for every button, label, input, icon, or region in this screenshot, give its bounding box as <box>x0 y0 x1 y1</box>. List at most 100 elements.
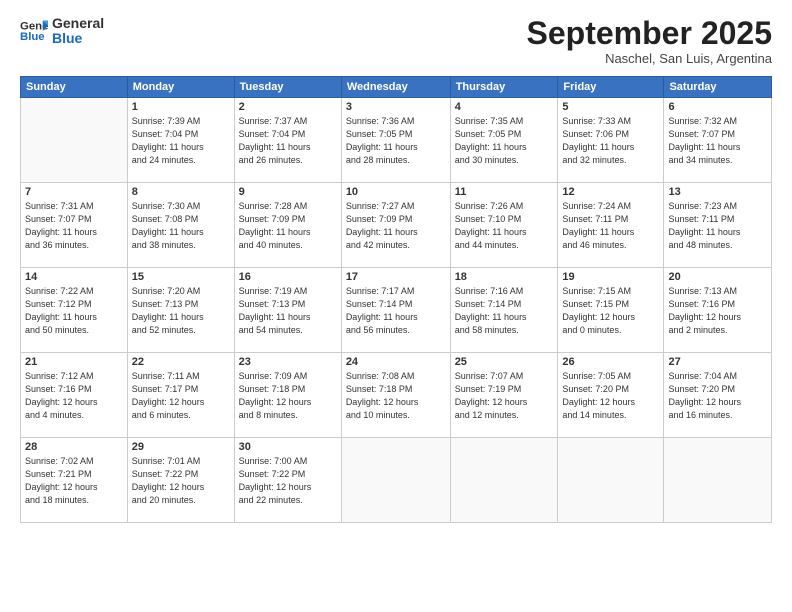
day-info-line: Sunset: 7:07 PM <box>668 128 767 141</box>
day-info-line: Sunrise: 7:24 AM <box>562 200 659 213</box>
table-row <box>558 438 664 523</box>
day-info: Sunrise: 7:04 AMSunset: 7:20 PMDaylight:… <box>668 370 767 422</box>
day-info-line: and 58 minutes. <box>455 324 554 337</box>
day-info-line: Sunset: 7:04 PM <box>239 128 337 141</box>
day-info-line: Daylight: 12 hours <box>562 396 659 409</box>
logo-general-text: General <box>52 16 104 31</box>
day-info-line: Sunrise: 7:02 AM <box>25 455 123 468</box>
month-title: September 2025 <box>527 16 772 51</box>
subtitle: Naschel, San Luis, Argentina <box>527 51 772 66</box>
day-info-line: Sunset: 7:09 PM <box>239 213 337 226</box>
day-info-line: Daylight: 11 hours <box>668 141 767 154</box>
day-number: 26 <box>562 356 659 368</box>
day-number: 24 <box>346 356 446 368</box>
day-info-line: Sunrise: 7:30 AM <box>132 200 230 213</box>
day-info-line: Sunrise: 7:26 AM <box>455 200 554 213</box>
day-info-line: Sunrise: 7:33 AM <box>562 115 659 128</box>
table-row: 15Sunrise: 7:20 AMSunset: 7:13 PMDayligh… <box>127 268 234 353</box>
day-info-line: Daylight: 11 hours <box>132 311 230 324</box>
day-info-line: Sunrise: 7:05 AM <box>562 370 659 383</box>
table-row: 9 Sunrise: 7:28 AMSunset: 7:09 PMDaylight… <box>234 183 341 268</box>
day-number: 13 <box>668 186 767 198</box>
day-info-line: Daylight: 11 hours <box>562 141 659 154</box>
day-number: 6 <box>668 101 767 113</box>
table-row: 11Sunrise: 7:26 AMSunset: 7:10 PMDayligh… <box>450 183 558 268</box>
day-info-line: Sunrise: 7:15 AM <box>562 285 659 298</box>
day-info: Sunrise: 7:19 AMSunset: 7:13 PMDaylight:… <box>239 285 337 337</box>
day-info-line: Daylight: 12 hours <box>239 396 337 409</box>
col-tuesday: Tuesday <box>234 77 341 98</box>
day-info-line: Sunset: 7:09 PM <box>346 213 446 226</box>
day-info-line: Sunrise: 7:17 AM <box>346 285 446 298</box>
day-info-line: Sunrise: 7:37 AM <box>239 115 337 128</box>
day-info-line: Sunrise: 7:23 AM <box>668 200 767 213</box>
day-info: Sunrise: 7:08 AMSunset: 7:18 PMDaylight:… <box>346 370 446 422</box>
day-info-line: Daylight: 11 hours <box>455 226 554 239</box>
day-info: Sunrise: 7:37 AMSunset: 7:04 PMDaylight:… <box>239 115 337 167</box>
day-info-line: Sunset: 7:08 PM <box>132 213 230 226</box>
logo-blue-text: Blue <box>52 31 104 46</box>
day-info-line: Sunrise: 7:00 AM <box>239 455 337 468</box>
logo-icon: General Blue <box>20 17 48 45</box>
day-number: 20 <box>668 271 767 283</box>
table-row: 13 Sunrise: 7:23 AMSunset: 7:11 PMDayligh… <box>664 183 772 268</box>
day-number: 10 <box>346 186 446 198</box>
day-info-line: Sunset: 7:11 PM <box>668 213 767 226</box>
calendar-week-row: 1Sunrise: 7:39 AMSunset: 7:04 PMDaylight… <box>21 98 772 183</box>
page: General Blue General Blue September 2025… <box>0 0 792 612</box>
col-friday: Friday <box>558 77 664 98</box>
table-row: 6 Sunrise: 7:32 AMSunset: 7:07 PMDaylight… <box>664 98 772 183</box>
day-info-line: and 24 minutes. <box>132 154 230 167</box>
day-info: Sunrise: 7:32 AMSunset: 7:07 PMDaylight:… <box>668 115 767 167</box>
day-number: 30 <box>239 441 337 453</box>
table-row: 2Sunrise: 7:37 AMSunset: 7:04 PMDaylight… <box>234 98 341 183</box>
col-monday: Monday <box>127 77 234 98</box>
day-info-line: Daylight: 12 hours <box>25 481 123 494</box>
day-info-line: Sunrise: 7:13 AM <box>668 285 767 298</box>
day-info: Sunrise: 7:07 AMSunset: 7:19 PMDaylight:… <box>455 370 554 422</box>
day-number: 9 <box>239 186 337 198</box>
calendar-table: Sunday Monday Tuesday Wednesday Thursday… <box>20 76 772 523</box>
day-info-line: Sunrise: 7:12 AM <box>25 370 123 383</box>
day-info-line: Sunset: 7:07 PM <box>25 213 123 226</box>
day-info: Sunrise: 7:24 AMSunset: 7:11 PMDaylight:… <box>562 200 659 252</box>
day-number: 28 <box>25 441 123 453</box>
col-sunday: Sunday <box>21 77 128 98</box>
day-info-line: Daylight: 11 hours <box>562 226 659 239</box>
day-info-line: Daylight: 11 hours <box>346 311 446 324</box>
day-info-line: Sunrise: 7:28 AM <box>239 200 337 213</box>
calendar-week-row: 7 Sunrise: 7:31 AMSunset: 7:07 PM Daylight… <box>21 183 772 268</box>
day-info-line: and 56 minutes. <box>346 324 446 337</box>
day-number: 11 <box>455 186 554 198</box>
day-info-line: Sunset: 7:15 PM <box>562 298 659 311</box>
table-row: 30Sunrise: 7:00 AMSunset: 7:22 PMDayligh… <box>234 438 341 523</box>
day-info: Sunrise: 7:17 AMSunset: 7:14 PMDaylight:… <box>346 285 446 337</box>
table-row: 4Sunrise: 7:35 AMSunset: 7:05 PMDaylight… <box>450 98 558 183</box>
calendar-week-row: 21Sunrise: 7:12 AMSunset: 7:16 PMDayligh… <box>21 353 772 438</box>
table-row: 20Sunrise: 7:13 AMSunset: 7:16 PMDayligh… <box>664 268 772 353</box>
day-number: 27 <box>668 356 767 368</box>
day-number: 29 <box>132 441 230 453</box>
table-row: 19Sunrise: 7:15 AMSunset: 7:15 PMDayligh… <box>558 268 664 353</box>
day-info-line: Sunset: 7:13 PM <box>132 298 230 311</box>
day-info-line: Daylight: 11 hours <box>239 141 337 154</box>
day-number: 14 <box>25 271 123 283</box>
day-info-line: and 34 minutes. <box>668 154 767 167</box>
day-info-line: Sunrise: 7:20 AM <box>132 285 230 298</box>
calendar-week-row: 14Sunrise: 7:22 AMSunset: 7:12 PMDayligh… <box>21 268 772 353</box>
day-info-line: and 14 minutes. <box>562 409 659 422</box>
day-info-line: Sunrise: 7:31 AM <box>25 200 123 213</box>
day-number: 7 <box>25 186 123 198</box>
table-row <box>341 438 450 523</box>
day-number: 1 <box>132 101 230 113</box>
day-info: Sunrise: 7:23 AMSunset: 7:11 PMDaylight:… <box>668 200 767 252</box>
day-info: Sunrise: 7:28 AMSunset: 7:09 PMDaylight:… <box>239 200 337 252</box>
day-number: 4 <box>455 101 554 113</box>
day-number: 12 <box>562 186 659 198</box>
day-info-line: Daylight: 11 hours <box>132 226 230 239</box>
day-info: Sunrise: 7:15 AMSunset: 7:15 PMDaylight:… <box>562 285 659 337</box>
day-info-line: Sunset: 7:06 PM <box>562 128 659 141</box>
table-row <box>664 438 772 523</box>
col-saturday: Saturday <box>664 77 772 98</box>
table-row: 23Sunrise: 7:09 AMSunset: 7:18 PMDayligh… <box>234 353 341 438</box>
